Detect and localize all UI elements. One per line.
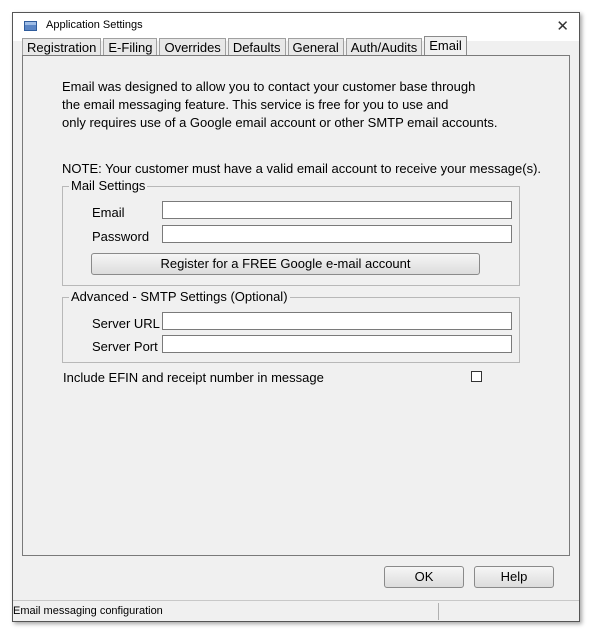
status-text: Email messaging configuration bbox=[13, 605, 163, 617]
password-label: Password bbox=[92, 229, 150, 244]
tab-email[interactable]: Email bbox=[424, 36, 467, 55]
tab-e-filing[interactable]: E-Filing bbox=[103, 38, 158, 55]
mail-settings-legend: Mail Settings bbox=[69, 178, 148, 194]
email-field[interactable] bbox=[162, 201, 512, 219]
server-port-field[interactable] bbox=[162, 335, 512, 353]
tab-registration[interactable]: Registration bbox=[22, 38, 102, 55]
tab-auth-audits[interactable]: Auth/Audits bbox=[345, 38, 423, 55]
app-icon bbox=[24, 21, 37, 31]
server-port-label: Server Port bbox=[92, 339, 158, 354]
status-bar: Email messaging configuration bbox=[13, 600, 579, 621]
password-field[interactable] bbox=[162, 225, 512, 243]
smtp-settings-legend: Advanced - SMTP Settings (Optional) bbox=[69, 289, 290, 305]
intro-line-1: Email was designed to allow you to conta… bbox=[62, 79, 476, 94]
tab-defaults[interactable]: Defaults bbox=[227, 38, 286, 55]
window-title: Application Settings bbox=[46, 19, 143, 31]
tab-overrides[interactable]: Overrides bbox=[159, 38, 226, 55]
intro-line-2: the email messaging feature. This servic… bbox=[62, 97, 449, 112]
note-text: NOTE: Your customer must have a valid em… bbox=[62, 161, 542, 176]
help-button[interactable]: Help bbox=[474, 566, 554, 588]
server-url-field[interactable] bbox=[162, 312, 512, 330]
intro-text: Email was designed to allow you to conta… bbox=[62, 78, 497, 132]
server-url-label: Server URL bbox=[92, 316, 160, 331]
include-efin-checkbox[interactable] bbox=[471, 371, 482, 382]
close-icon[interactable]: ✕ bbox=[556, 17, 569, 35]
email-label: Email bbox=[92, 205, 125, 220]
tab-strip: Registration E-Filing Overrides Defaults… bbox=[22, 36, 469, 55]
register-google-account-button[interactable]: Register for a FREE Google e-mail accoun… bbox=[91, 253, 480, 275]
tab-general[interactable]: General bbox=[287, 38, 344, 55]
intro-line-3: only requires use of a Google email acco… bbox=[62, 115, 498, 130]
status-divider bbox=[438, 603, 439, 620]
include-efin-label: Include EFIN and receipt number in messa… bbox=[63, 370, 324, 385]
ok-button[interactable]: OK bbox=[384, 566, 464, 588]
